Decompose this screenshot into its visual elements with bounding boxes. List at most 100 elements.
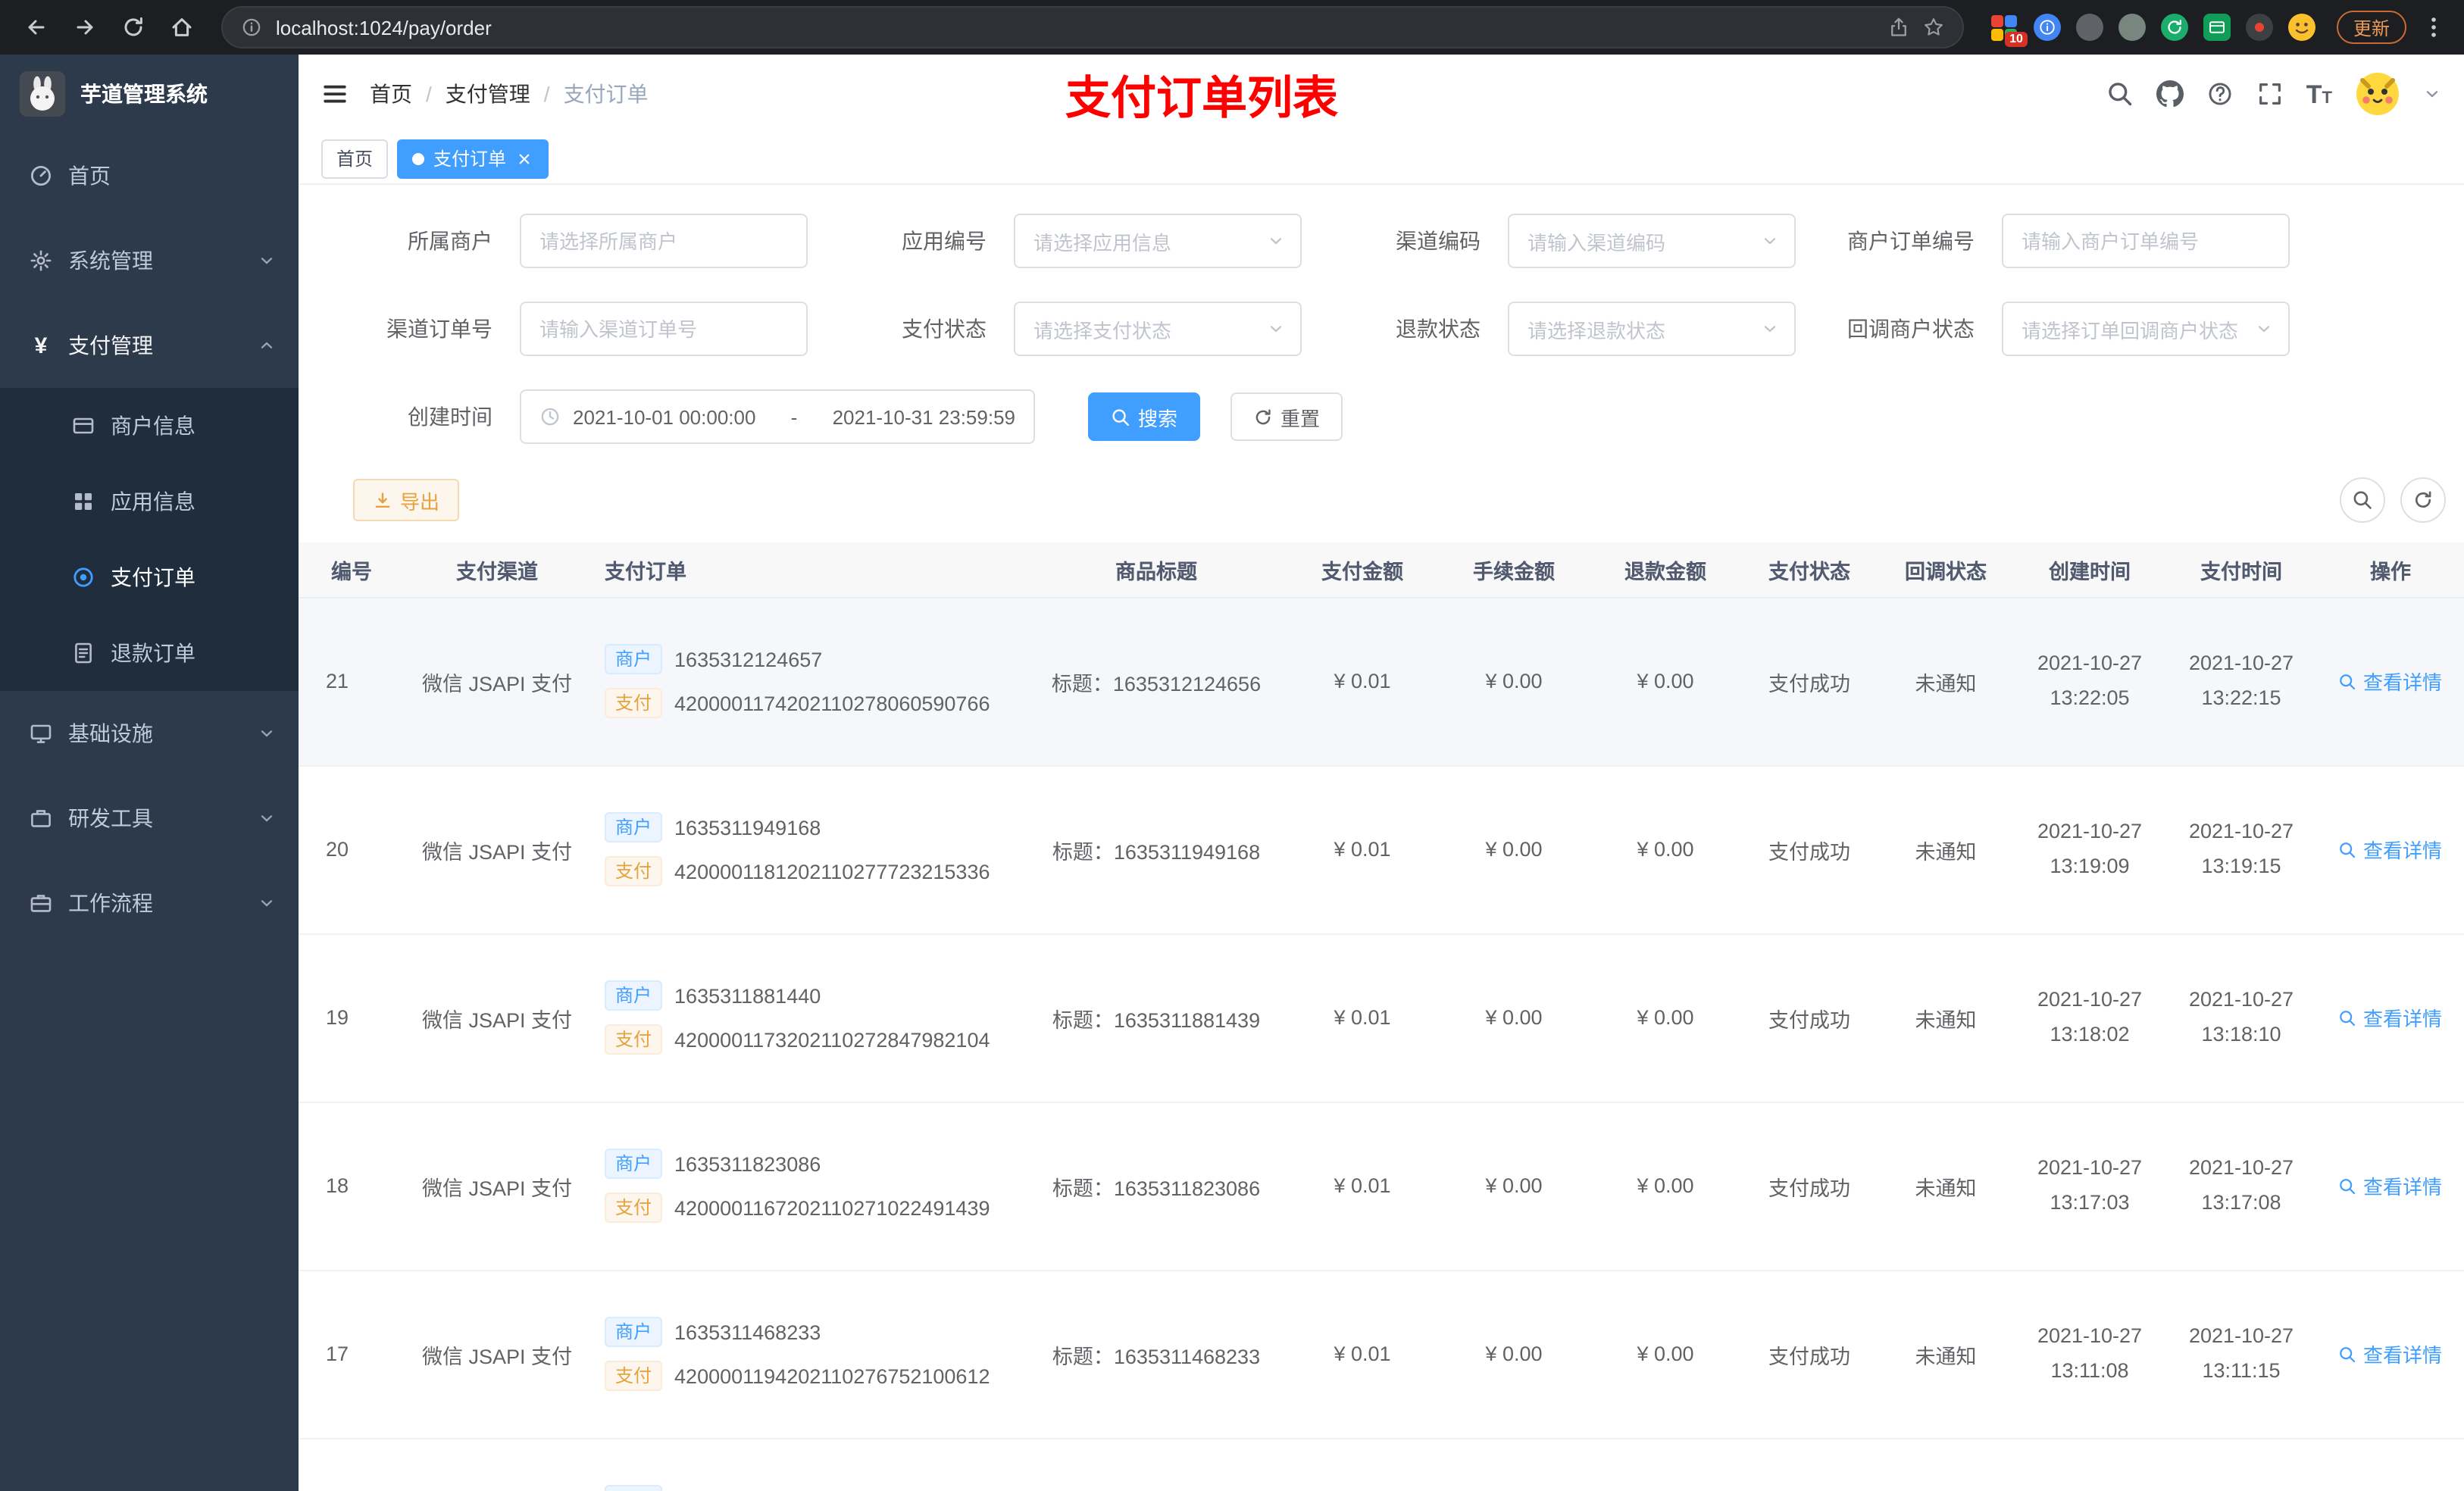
search-icon xyxy=(2339,1345,2357,1363)
view-detail-link[interactable]: 查看详情 xyxy=(2339,1339,2442,1368)
view-detail-link[interactable]: 查看详情 xyxy=(2339,1003,2442,1032)
extension-icon[interactable] xyxy=(2160,14,2188,41)
filter-label: 渠道订单号 xyxy=(386,317,492,341)
callback-status-select[interactable]: 请选择订单回调商户状态 xyxy=(2002,302,2290,356)
breadcrumb-payment[interactable]: 支付管理 xyxy=(446,79,530,109)
yen-icon: ¥ xyxy=(34,333,48,358)
breadcrumb: 首页 / 支付管理 / 支付订单 xyxy=(370,79,649,109)
create-time-range[interactable]: 2021-10-01 00:00:00 - 2021-10-31 23:59:5… xyxy=(520,389,1035,444)
view-detail-link[interactable]: 查看详情 xyxy=(2339,667,2442,695)
sidebar-item-infra[interactable]: 基础设施 xyxy=(0,691,299,776)
actions-cell: 查看详情 xyxy=(2317,1102,2464,1271)
product-title-cell xyxy=(1026,1438,1287,1491)
refund-status-select[interactable]: 请选择退款状态 xyxy=(1508,302,1796,356)
table-row[interactable]: 20 微信 JSAPI 支付 商户 1635311949168 支付 42000… xyxy=(299,765,2464,934)
browser-menu-icon[interactable] xyxy=(2419,15,2449,39)
help-icon[interactable] xyxy=(2206,80,2234,108)
pay-status-cell: 支付成功 xyxy=(1741,765,1878,934)
share-icon[interactable] xyxy=(1888,17,1909,38)
document-icon xyxy=(71,641,95,665)
github-icon[interactable] xyxy=(2156,80,2184,108)
table-row[interactable]: 19 微信 JSAPI 支付 商户 1635311881440 支付 42000… xyxy=(299,933,2464,1102)
tab-pay-order[interactable]: 支付订单 xyxy=(397,139,549,178)
site-info-icon[interactable] xyxy=(241,17,262,38)
table-row[interactable]: 商户 1635311157796 支付 查看详情 xyxy=(299,1438,2464,1491)
channel-code-select[interactable]: 请输入渠道编码 xyxy=(1508,214,1796,268)
sidebar-item-home[interactable]: 首页 xyxy=(0,133,299,218)
export-button[interactable]: 导出 xyxy=(353,479,460,521)
font-size-icon[interactable]: TT xyxy=(2306,81,2332,107)
fullscreen-icon[interactable] xyxy=(2256,80,2284,108)
tab-home[interactable]: 首页 xyxy=(321,139,389,178)
table-row[interactable]: 17 微信 JSAPI 支付 商户 1635311468233 支付 42000… xyxy=(299,1270,2464,1439)
url-text[interactable]: localhost:1024/pay/order xyxy=(276,16,1875,39)
hamburger-icon[interactable] xyxy=(321,80,349,108)
orders-table-body: 21 微信 JSAPI 支付 商户 1635312124657 支付 42000… xyxy=(299,597,2464,1491)
bookmark-star-icon[interactable] xyxy=(1923,17,1944,38)
sidebar-item-merchant-info[interactable]: 商户信息 xyxy=(0,388,299,464)
create-time-cell: 2021-10-27 13:22:05 xyxy=(2014,597,2165,766)
create-time-cell xyxy=(2014,1438,2165,1491)
table-toolbar: 导出 xyxy=(329,477,2464,523)
pay-status-select[interactable]: 请选择支付状态 xyxy=(1014,302,1302,356)
extension-icon[interactable] xyxy=(2245,14,2273,41)
toolbar-right xyxy=(2340,477,2446,523)
pay-status-cell: 支付成功 xyxy=(1741,933,1878,1102)
view-detail-link[interactable]: 查看详情 xyxy=(2339,1171,2442,1200)
reload-icon[interactable] xyxy=(112,6,155,48)
merchant-order-no-input[interactable] xyxy=(2002,214,2290,268)
actions-cell: 查看详情 xyxy=(2317,597,2464,766)
chevron-down-icon xyxy=(1267,232,1285,250)
channel-order-no-input[interactable] xyxy=(520,302,808,356)
pay-channel-cell xyxy=(405,1438,589,1491)
merchant-input[interactable] xyxy=(520,214,808,268)
search-icon[interactable] xyxy=(2106,80,2134,108)
extension-icon[interactable] xyxy=(2118,14,2146,41)
table-row[interactable]: 21 微信 JSAPI 支付 商户 1635312124657 支付 42000… xyxy=(299,597,2464,766)
user-avatar[interactable] xyxy=(2355,71,2400,117)
filter-label: 渠道编码 xyxy=(1396,229,1481,253)
pin-extension-icon[interactable] xyxy=(2033,14,2061,41)
extension-icon[interactable] xyxy=(2075,14,2103,41)
view-detail-link[interactable]: 查看详情 xyxy=(2339,835,2442,864)
col-refund-amount: 退款金额 xyxy=(1590,542,1741,598)
sidebar-item-payment[interactable]: ¥ 支付管理 xyxy=(0,303,299,388)
sidebar-item-workflow[interactable]: 工作流程 xyxy=(0,861,299,946)
app-no-select[interactable]: 请选择应用信息 xyxy=(1014,214,1302,268)
filter-field: 商户订单编号 xyxy=(1811,214,2290,268)
col-pay-channel: 支付渠道 xyxy=(405,542,589,598)
browser-home-icon[interactable] xyxy=(161,6,203,48)
fee-amount-cell: ¥ 0.00 xyxy=(1438,597,1590,766)
sidebar-item-dev-tools[interactable]: 研发工具 xyxy=(0,776,299,861)
sidebar-item-refund-order[interactable]: 退款订单 xyxy=(0,615,299,691)
col-pay-order: 支付订单 xyxy=(589,542,1026,598)
sidebar-item-system[interactable]: 系统管理 xyxy=(0,218,299,303)
forward-icon[interactable] xyxy=(64,6,106,48)
toolbox-icon xyxy=(29,806,53,830)
filter-field: 应用编号 请选择应用信息 xyxy=(823,214,1302,268)
search-button[interactable]: 搜索 xyxy=(1088,392,1201,441)
toggle-search-button[interactable] xyxy=(2340,477,2385,523)
back-icon[interactable] xyxy=(15,6,58,48)
pay-tag: 支付 xyxy=(605,1192,663,1223)
url-bar[interactable]: localhost:1024/pay/order xyxy=(221,6,1964,48)
profile-avatar-icon[interactable] xyxy=(2287,14,2315,41)
chevron-down-icon[interactable] xyxy=(2423,85,2441,103)
close-icon[interactable] xyxy=(515,149,533,167)
search-icon xyxy=(2339,840,2357,858)
merchant-tag: 商户 xyxy=(605,1317,663,1347)
browser-chrome: localhost:1024/pay/order 10 更新 xyxy=(0,0,2464,55)
merchant-order-no: 1635311823086 xyxy=(674,1152,821,1175)
reset-button[interactable]: 重置 xyxy=(1230,392,1343,441)
breadcrumb-home[interactable]: 首页 xyxy=(370,79,412,109)
table-row[interactable]: 18 微信 JSAPI 支付 商户 1635311823086 支付 42000… xyxy=(299,1102,2464,1271)
sidebar-item-app-info[interactable]: 应用信息 xyxy=(0,464,299,539)
briefcase-icon xyxy=(29,891,53,915)
merchant-tag: 商户 xyxy=(605,1149,663,1179)
extension-icon[interactable]: 10 xyxy=(1991,14,2028,47)
refund-amount-cell: ¥ 0.00 xyxy=(1590,765,1741,934)
refresh-button[interactable] xyxy=(2400,477,2446,523)
extension-icon[interactable] xyxy=(2203,14,2231,41)
chrome-update-button[interactable]: 更新 xyxy=(2336,11,2406,44)
sidebar-item-pay-order[interactable]: 支付订单 xyxy=(0,539,299,615)
